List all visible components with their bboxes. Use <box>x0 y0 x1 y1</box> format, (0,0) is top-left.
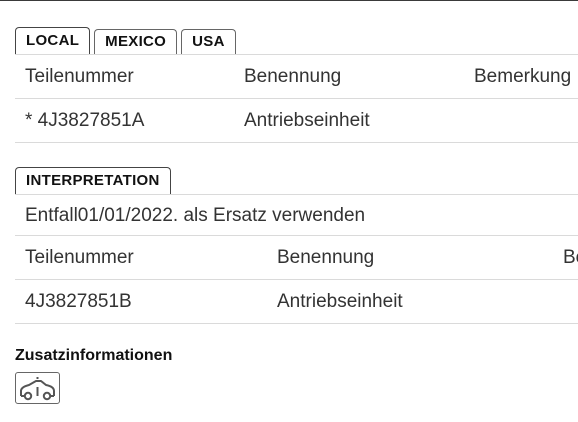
tab-interpretation[interactable]: INTERPRETATION <box>15 167 171 195</box>
page: LOCAL MEXICO USA Teilenummer Benennung B… <box>0 0 578 422</box>
additional-info-button[interactable] <box>15 372 60 404</box>
table-row[interactable]: * 4J3827851A Antriebseinheit <box>15 99 578 142</box>
vehicle-icon <box>20 377 55 401</box>
table-row[interactable]: 4J3827851B Antriebseinheit <box>15 280 578 323</box>
header-teilenummer: Teilenummer <box>25 66 134 87</box>
header-benennung: Benennung <box>244 66 342 87</box>
table-header-row: Teilenummer Benennung Bemerkung <box>15 55 578 98</box>
header-bemerkung: Be <box>563 247 578 268</box>
tab-mexico[interactable]: MEXICO <box>94 29 178 54</box>
additional-info-title: Zusatzinformationen <box>15 347 173 364</box>
row-divider <box>15 142 578 143</box>
region-tabs: LOCAL MEXICO USA <box>15 27 236 55</box>
part-name-cell: Antriebseinheit <box>277 291 403 312</box>
interpretation-tabs: INTERPRETATION <box>15 167 171 195</box>
row-divider <box>15 323 578 324</box>
top-border <box>0 0 578 1</box>
part-name-cell: Antriebseinheit <box>244 110 370 131</box>
part-number-cell: 4J3827851B <box>25 291 132 312</box>
header-teilenummer: Teilenummer <box>25 247 134 268</box>
header-benennung: Benennung <box>277 247 375 268</box>
interpretation-note: Entfall01/01/2022. als Ersatz verwenden <box>25 205 366 226</box>
tab-local[interactable]: LOCAL <box>15 27 91 55</box>
tab-usa[interactable]: USA <box>181 29 236 54</box>
table-header-row: Teilenummer Benennung Be <box>15 236 578 279</box>
interpretation-divider <box>15 194 578 195</box>
part-number-cell: * 4J3827851A <box>25 110 145 131</box>
header-bemerkung: Bemerkung <box>474 66 572 87</box>
